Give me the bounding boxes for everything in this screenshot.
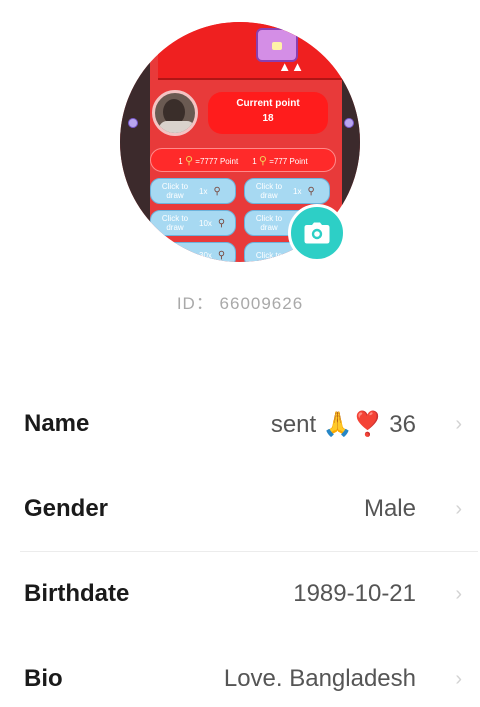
current-point-value: 18 (262, 113, 274, 124)
draw-button-label: Click to draw (161, 214, 189, 232)
draw-button: Click to draw 1x ⚲ (150, 178, 236, 204)
avatar-bg-left (120, 22, 150, 262)
camera-icon (304, 222, 330, 244)
name-row[interactable]: Name sent 🙏❣️ 36 › (0, 382, 480, 466)
avatar-user-photo (152, 90, 198, 136)
price-text: =7777 Point (195, 156, 239, 166)
key-icon: ⚲ (184, 154, 194, 167)
avatar-decoration-dot (128, 118, 138, 128)
draw-button-label: Click to draw (161, 182, 189, 200)
draw-button-multiplier: 10x (199, 218, 212, 228)
price-item: 1 ⚲ =777 Point (252, 154, 307, 167)
draw-button-multiplier: 30x (199, 250, 212, 260)
key-icon: ⚲ (217, 217, 226, 229)
birthdate-label: Birthdate (24, 580, 130, 607)
price-text: =777 Point (269, 156, 308, 166)
chevron-right-icon: › (455, 582, 462, 605)
key-icon: ⚲ (213, 185, 221, 197)
avatar-banner: ▲▲ (158, 22, 346, 80)
key-icon: ⚲ (307, 185, 315, 197)
chevron-right-icon: › (455, 497, 462, 520)
gender-row[interactable]: Gender Male › (0, 467, 480, 551)
name-label: Name (24, 410, 90, 437)
draw-button-multiplier: 1x (293, 186, 302, 196)
avatar-decoration-dot (344, 118, 354, 128)
chevron-right-icon: › (455, 412, 462, 435)
user-id: ID： 66009626 (176, 294, 304, 313)
current-point-label: Current point (236, 98, 300, 109)
tree-icon: ▲▲ (278, 59, 304, 74)
key-icon: ⚲ (258, 154, 267, 167)
birthdate-row[interactable]: Birthdate 1989-10-21 › (0, 552, 480, 636)
bio-value: Love. Bangladesh (223, 665, 416, 692)
bio-row[interactable]: Bio Love. Bangladesh › (0, 637, 480, 707)
current-point-badge: Current point 18 (208, 92, 328, 134)
birthdate-value: 1989-10-21 (293, 580, 416, 607)
price-item: 1 ⚲ =7777 Point (178, 154, 238, 167)
draw-button: 30x ⚲ (150, 242, 236, 262)
draw-button-label: Click to draw (255, 214, 283, 232)
chevron-right-icon: › (455, 667, 462, 690)
draw-button-label: Click to draw (255, 182, 283, 200)
draw-button-multiplier: 1x (199, 186, 208, 196)
bio-label: Bio (24, 665, 63, 692)
price-qty: 1 (252, 156, 257, 166)
price-bar: 1 ⚲ =7777 Point 1 ⚲ =777 Point (150, 148, 336, 172)
key-icon: ⚲ (217, 249, 226, 261)
gender-value: Male (363, 495, 416, 522)
gender-label: Gender (24, 495, 109, 522)
name-value: sent 🙏❣️ 36 (270, 410, 416, 438)
draw-button-label: Click to (255, 250, 283, 260)
draw-button: Click to draw 10x ⚲ (150, 210, 236, 236)
change-avatar-button[interactable] (288, 204, 346, 262)
treasure-chest-icon (256, 28, 298, 62)
price-qty: 1 (178, 156, 183, 166)
draw-button: Click to draw 1x ⚲ (244, 178, 330, 204)
